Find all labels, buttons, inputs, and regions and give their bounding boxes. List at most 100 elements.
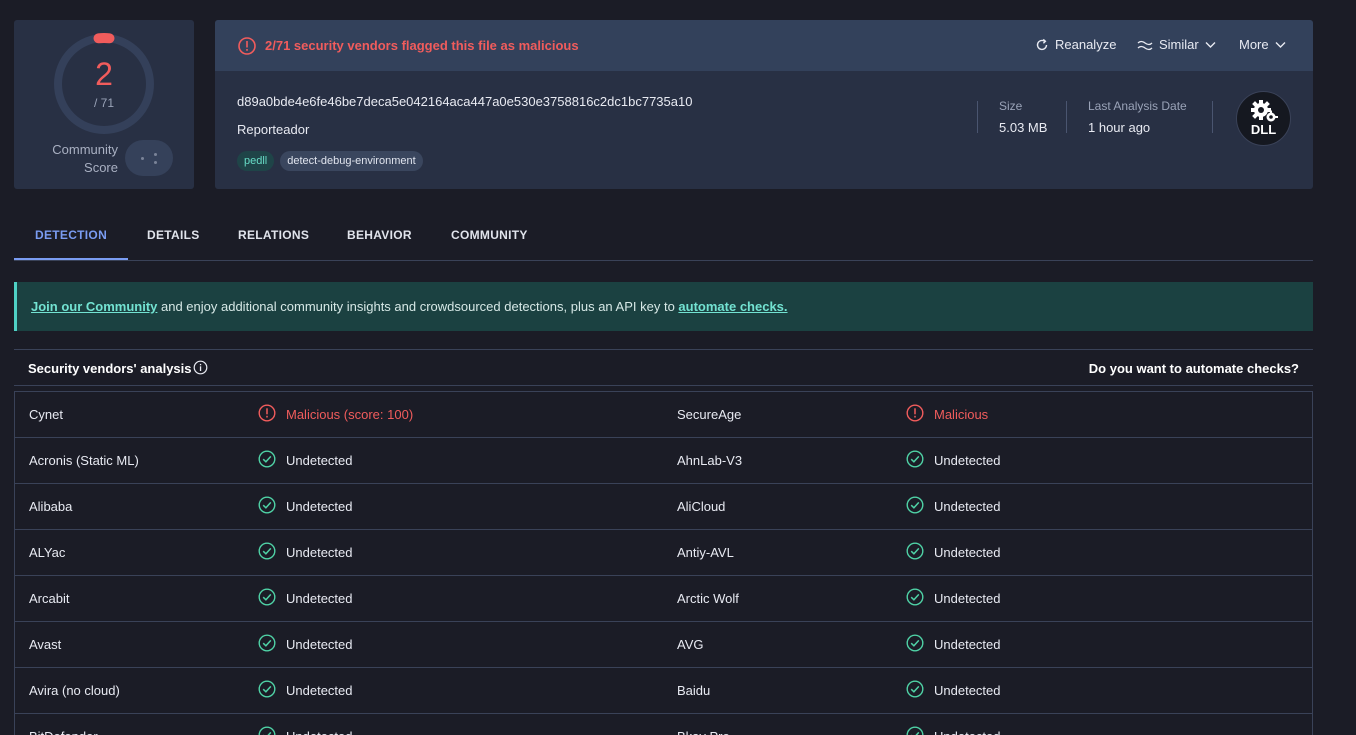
file-type-label: DLL [1250,122,1277,137]
vendor-result-label: Undetected [934,499,1001,514]
tab-detection[interactable]: DETECTION [14,214,129,260]
check-circle-icon [906,496,924,514]
community-vote-button[interactable] [125,140,173,176]
chevron-down-icon [1275,41,1286,48]
alert-circle-icon [238,37,256,55]
reanalyze-label: Reanalyze [1055,37,1117,52]
more-dropdown[interactable]: More [1239,37,1286,52]
chevron-down-icon [1205,41,1216,48]
table-row: ALYac Undetected Antiy-AVL Undetected [15,530,1312,576]
tag-pedll[interactable]: pedll [237,151,275,171]
vendor-result-label: Undetected [286,591,353,606]
vendor-result-undetected: Undetected [258,588,353,606]
tab-relations[interactable]: RELATIONS [217,214,330,260]
size-label: Size [999,99,1023,113]
table-row: Cynet Malicious (score: 100) SecureAge Mali… [15,392,1312,438]
vendor-result-label: Undetected [286,545,353,560]
banner-text: Join our Community and enjoy additional … [31,299,788,314]
reanalyze-button[interactable]: Reanalyze [1035,37,1116,52]
vendor-name: SecureAge [677,407,742,422]
vendors-table: Cynet Malicious (score: 100) SecureAge Mali… [14,391,1313,735]
file-tags: pedll detect-debug-environment [237,151,423,171]
file-name: Reporteador [237,122,310,137]
report-tabs: DETECTION DETAILS RELATIONS BEHAVIOR COM… [14,214,1313,261]
check-circle-icon [258,496,276,514]
alert-circle-icon [258,404,276,422]
community-score-label: Community Score [52,142,118,175]
check-circle-icon [258,542,276,560]
vendor-name: Baidu [677,683,711,698]
similar-label: Similar [1159,37,1199,52]
similar-dropdown[interactable]: Similar [1137,37,1216,52]
vendor-result-undetected: Undetected [258,726,353,735]
tab-details[interactable]: DETAILS [126,214,221,260]
vendor-name: Avast [29,637,62,652]
table-row: Arcabit Undetected Arctic Wolf Undetected [15,576,1312,622]
vendor-result-undetected: Undetected [258,450,353,468]
vendor-result-label: Malicious [934,407,989,422]
check-circle-icon [906,726,924,735]
banner-middle-text: and enjoy additional community insights … [157,299,679,314]
vendors-analysis-header: Security vendors' analysis Do you want t… [14,349,1313,386]
vendor-name: BitDefender [29,729,98,735]
gear-icon [1251,100,1278,122]
vendor-name: AVG [677,637,704,652]
tab-behavior[interactable]: BEHAVIOR [326,214,433,260]
vendor-name: Avira (no cloud) [29,683,120,698]
last-analysis-label: Last Analysis Date [1088,99,1187,113]
vendor-result-undetected: Undetected [906,450,1001,468]
vendor-name: AhnLab-V3 [677,453,743,468]
vendor-result-undetected: Undetected [258,496,353,514]
alert-circle-icon [906,404,924,422]
vendor-result-undetected: Undetected [906,634,1001,652]
vendor-result-label: Undetected [286,683,353,698]
check-circle-icon [258,588,276,606]
vendor-result-undetected: Undetected [258,680,353,698]
vendor-name: Arcabit [29,591,70,606]
file-type-badge: DLL [1236,91,1291,146]
check-circle-icon [906,680,924,698]
table-row: Alibaba Undetected AliCloud Undetected [15,484,1312,530]
check-circle-icon [906,450,924,468]
vendor-result-label: Undetected [286,729,353,735]
refresh-icon [1036,38,1048,50]
vendor-result-label: Undetected [286,499,353,514]
file-hash[interactable]: d89a0bde4e6fe46be7deca5e042164aca447a0e5… [237,94,692,109]
table-row: BitDefender Undetected Bkav Pro Undetected [15,714,1312,735]
file-info-card: 2/71 security vendors flagged this file … [215,20,1313,189]
check-circle-icon [258,450,276,468]
table-row: Acronis (Static ML) Undetected AhnLab-V3 Un… [15,438,1312,484]
detection-total: / 71 [93,96,114,110]
check-circle-icon [258,634,276,652]
table-row: Avast Undetected AVG Undetected [15,622,1312,668]
vendor-result-label: Undetected [934,545,1001,560]
vendor-name: Antiy-AVL [677,545,734,560]
vendor-result-undetected: Undetected [906,588,1001,606]
vendor-result-undetected: Undetected [906,542,1001,560]
meta-divider [977,101,978,133]
check-circle-icon [258,726,276,735]
vendor-name: Cynet [29,407,63,422]
meta-divider [1066,101,1067,133]
vendor-result-label: Undetected [934,637,1001,652]
check-circle-icon [906,588,924,606]
vendor-result-label: Undetected [934,683,1001,698]
vendor-name: Alibaba [29,499,73,514]
vendor-result-undetected: Undetected [906,680,1001,698]
check-circle-icon [258,680,276,698]
detection-count: 2 [95,56,113,92]
community-score-card: 2 / 71 Community Score [14,20,194,189]
vendors-analysis-title: Security vendors' analysis [28,361,192,376]
vendor-name: Acronis (Static ML) [29,453,139,468]
tag-detect-debug-environment[interactable]: detect-debug-environment [280,151,423,171]
size-value: 5.03 MB [999,120,1048,135]
vendor-result-malicious: Malicious (score: 100) [258,404,413,422]
vendor-result-undetected: Undetected [258,542,353,560]
tab-community[interactable]: COMMUNITY [430,214,549,260]
join-community-link[interactable]: Join our Community [31,299,157,314]
community-banner: Join our Community and enjoy additional … [14,282,1313,331]
info-icon[interactable] [193,360,208,375]
automate-checks-prompt[interactable]: Do you want to automate checks? [1089,361,1299,376]
automate-checks-link[interactable]: automate checks. [678,299,787,314]
detection-alert-bar: 2/71 security vendors flagged this file … [215,20,1313,71]
